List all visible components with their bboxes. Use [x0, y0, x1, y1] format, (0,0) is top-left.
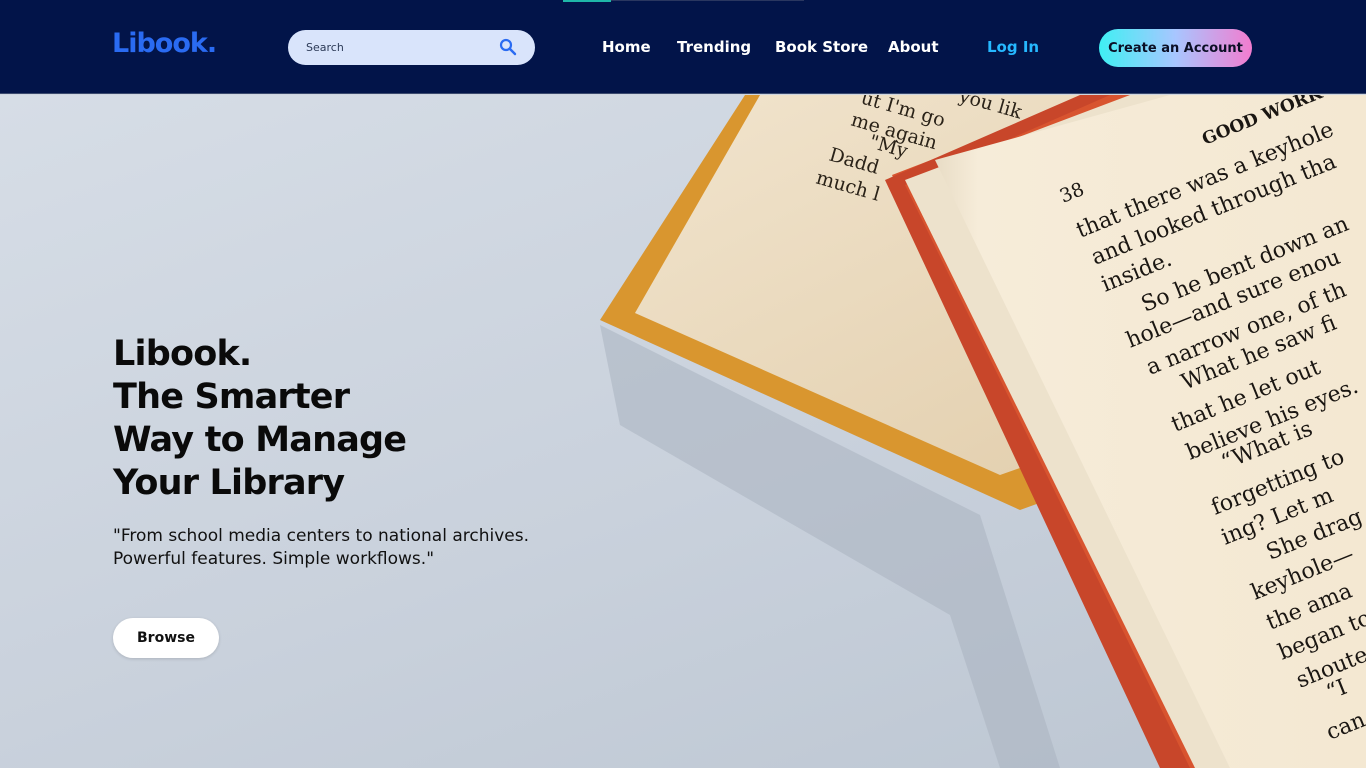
hero-title-line: Your Library [113, 463, 345, 503]
hero-title-line: The Smarter [113, 377, 350, 417]
top-accent-bar [563, 0, 611, 2]
search-icon[interactable] [499, 38, 517, 56]
hero-subtitle: "From school media centers to national a… [113, 525, 633, 571]
hero-subtitle-line: Powerful features. Simple workflows." [113, 549, 435, 569]
hero-title-line: Libook. [113, 334, 252, 374]
search-box[interactable] [288, 30, 535, 65]
nav-trending[interactable]: Trending [677, 38, 751, 56]
hero-section: ut I'm go me again "My Dadd much l you l… [0, 95, 1366, 768]
hero-title: Libook. The Smarter Way to Manage Your L… [113, 333, 573, 505]
top-navbar: Libook. Home Trending Book Store About L… [0, 0, 1366, 94]
top-accent-line [611, 0, 804, 1]
nav-book-store[interactable]: Book Store [775, 38, 868, 56]
login-link[interactable]: Log In [987, 38, 1039, 56]
nav-home[interactable]: Home [602, 38, 651, 56]
search-input[interactable] [306, 30, 496, 65]
nav-about[interactable]: About [888, 38, 939, 56]
hero-title-line: Way to Manage [113, 420, 407, 460]
create-account-button[interactable]: Create an Account [1099, 29, 1252, 67]
hero-subtitle-line: "From school media centers to national a… [113, 526, 529, 546]
browse-button[interactable]: Browse [113, 618, 219, 658]
site-logo[interactable]: Libook. [112, 28, 217, 59]
